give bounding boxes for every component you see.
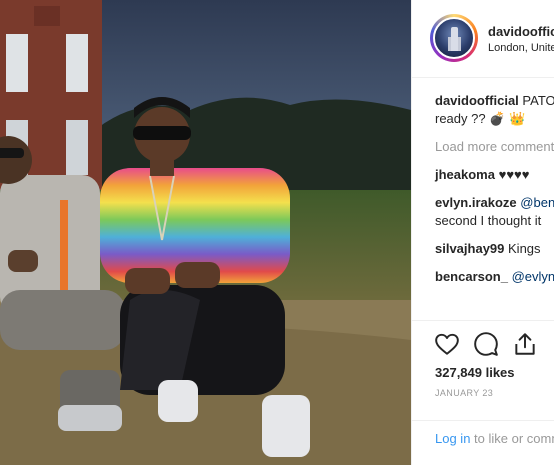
comment-item: silvajhay99 Kings (435, 240, 554, 258)
comment-item: evlyn.irakoze @bencarson_ second I thoug… (435, 194, 554, 230)
avatar[interactable] (433, 17, 475, 59)
post-header: davidoofficial London, United Kingdom (412, 0, 554, 78)
comment-text: second I thought it (435, 213, 542, 228)
post-date[interactable]: JANUARY 23 (435, 388, 493, 398)
login-prompt: Log in to like or comment. (435, 431, 554, 446)
comment-item: jheakoma ♥♥♥♥ (435, 166, 554, 184)
login-prompt-text: to like or comment. (474, 431, 554, 446)
login-bar: Log in to like or comment. (412, 420, 554, 465)
post-location[interactable]: London, United Kingdom (488, 42, 554, 54)
comment-button[interactable] (473, 331, 499, 357)
login-link[interactable]: Log in (435, 431, 470, 446)
load-more-comments-button[interactable]: Load more comments (435, 138, 554, 156)
post-photo[interactable] (0, 0, 411, 465)
post-side-panel: davidoofficial London, United Kingdom da… (411, 0, 554, 465)
comment-text: ♥♥♥♥ (498, 167, 530, 182)
avatar-image-tower (451, 27, 458, 51)
comments-list: davidoofficial PATORANKING ready ?? 💣 👑 … (435, 92, 554, 296)
comment-username[interactable]: jheakoma (435, 167, 495, 182)
comment-mention[interactable]: @evlyn.irakoze (512, 269, 554, 284)
comment-username[interactable]: silvajhay99 (435, 241, 504, 256)
caption-text: PATORANKING (522, 93, 554, 108)
comment-username[interactable]: bencarson_ (435, 269, 508, 284)
post-username[interactable]: davidoofficial (488, 24, 554, 39)
caption-text-line2: ready ?? 💣 👑 (435, 111, 526, 126)
comment-mention[interactable]: @bencarson_ (520, 195, 554, 210)
share-button[interactable] (512, 331, 538, 357)
likes-count[interactable]: 327,849 likes (435, 365, 515, 380)
comment-text: Kings (508, 241, 541, 256)
comment-item: bencarson_ @evlyn.irakoze (435, 268, 554, 286)
heart-icon (435, 333, 459, 355)
share-icon (515, 333, 535, 355)
caption: davidoofficial PATORANKING ready ?? 💣 👑 (435, 92, 554, 128)
comment-username[interactable]: evlyn.irakoze (435, 195, 517, 210)
photo-illustration (0, 0, 411, 465)
post-actions: 327,849 likes JANUARY 23 (412, 320, 554, 430)
like-button[interactable] (434, 331, 460, 357)
avatar-story-ring[interactable] (430, 14, 478, 62)
comment-bubble-icon (474, 332, 498, 356)
caption-username[interactable]: davidoofficial (435, 93, 519, 108)
